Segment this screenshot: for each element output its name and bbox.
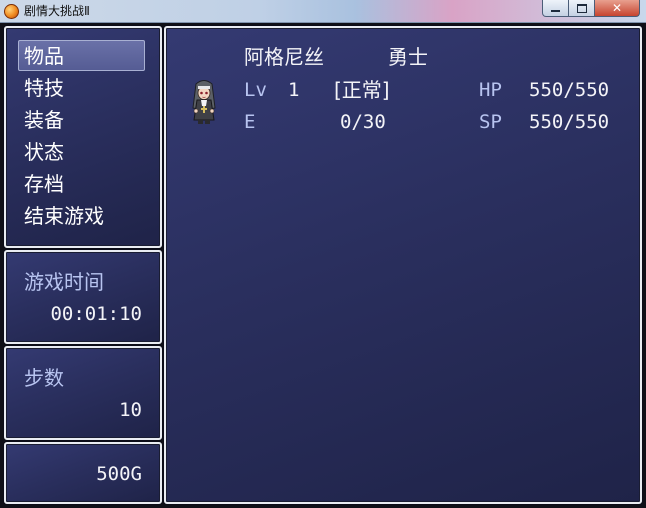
sp-value: 550/550 xyxy=(529,111,610,133)
playtime-value: 00:01:10 xyxy=(50,303,142,325)
party-status-window: 阿格尼丝 勇士 Lv 1 [正常] HP 550/550 E 0/30 SP 5… xyxy=(164,26,642,504)
character-class: 勇士 xyxy=(388,45,428,69)
maximize-button[interactable] xyxy=(569,0,595,17)
maximize-icon xyxy=(576,3,587,13)
exp-value: 0/30 xyxy=(340,111,386,133)
minimize-icon xyxy=(551,10,560,12)
playtime-label: 游戏时间 xyxy=(24,270,104,294)
steps-label: 步数 xyxy=(24,366,64,390)
exp-label: E xyxy=(244,111,256,133)
sp-label: SP xyxy=(479,111,502,133)
close-button[interactable]: ✕ xyxy=(595,0,640,17)
level-label: Lv xyxy=(244,79,267,101)
menu-item-skills[interactable]: 特技 xyxy=(24,75,64,101)
app-orb-icon xyxy=(4,4,19,19)
window-title: 剧情大挑战Ⅱ xyxy=(24,4,90,18)
state-value: [正常] xyxy=(334,78,390,102)
level-value: 1 xyxy=(288,79,300,101)
menu-item-items[interactable]: 物品 xyxy=(24,43,64,69)
playtime-window: 游戏时间 00:01:10 xyxy=(4,250,162,344)
menu-item-save[interactable]: 存档 xyxy=(24,171,64,197)
party-member-row[interactable]: 阿格尼丝 勇士 Lv 1 [正常] HP 550/550 E 0/30 SP 5… xyxy=(166,28,640,138)
window-controls: ✕ xyxy=(542,0,640,18)
gold-value: 500G xyxy=(96,463,142,485)
steps-window: 步数 10 xyxy=(4,346,162,440)
steps-value: 10 xyxy=(119,399,142,421)
gold-window: 500G xyxy=(4,442,162,504)
hp-label: HP xyxy=(479,79,502,101)
menu-item-status[interactable]: 状态 xyxy=(24,139,64,165)
menu-item-end-game[interactable]: 结束游戏 xyxy=(24,203,104,229)
nun-character-sprite-icon xyxy=(192,80,216,124)
hp-value: 550/550 xyxy=(529,79,610,101)
character-name: 阿格尼丝 xyxy=(244,45,324,69)
command-menu-window: 物品 特技 装备 状态 存档 结束游戏 xyxy=(4,26,162,248)
minimize-button[interactable] xyxy=(542,0,569,17)
close-icon: ✕ xyxy=(611,1,623,15)
window-titlebar[interactable]: 剧情大挑战Ⅱ ✕ xyxy=(0,0,646,23)
menu-item-equip[interactable]: 装备 xyxy=(24,107,64,133)
